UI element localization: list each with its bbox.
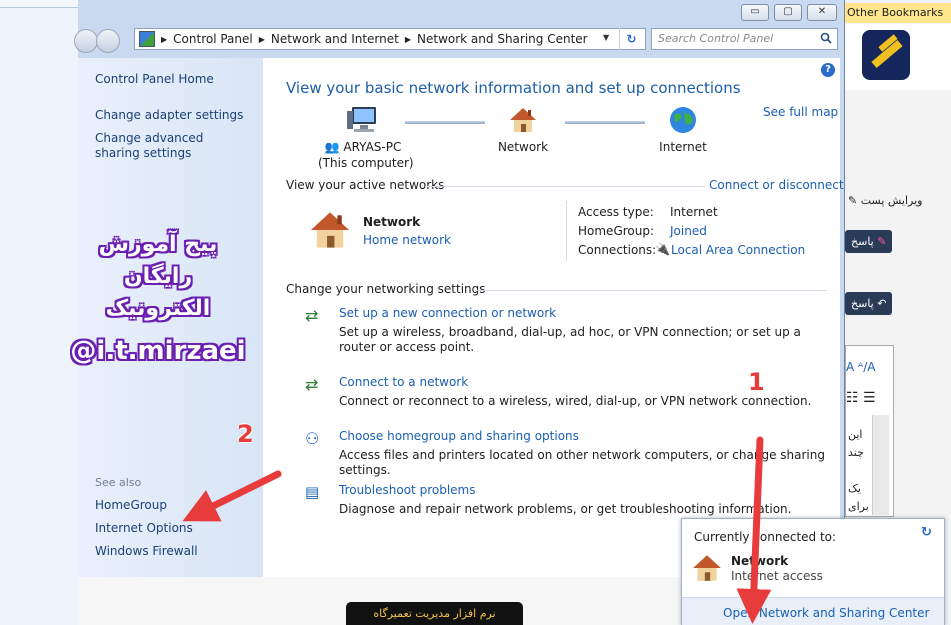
annotation-arrows: [182, 436, 772, 624]
arrow-to-sharing-center: [736, 436, 772, 624]
arrow-to-internet-options: [182, 470, 282, 522]
